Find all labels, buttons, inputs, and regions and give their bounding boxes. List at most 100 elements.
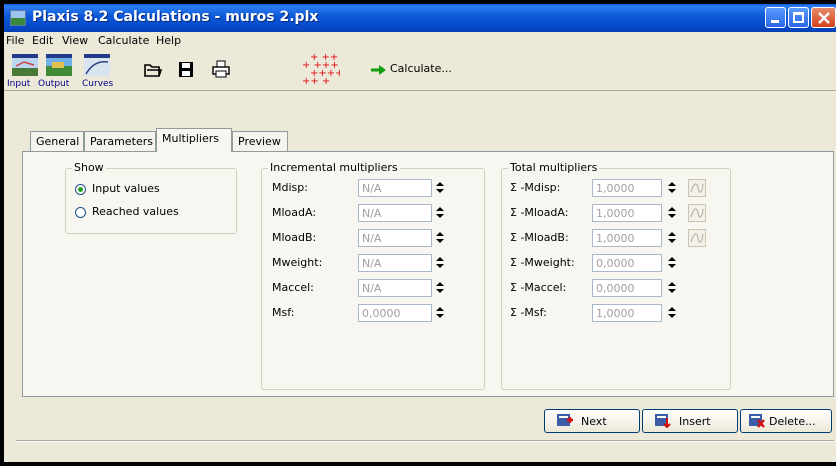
print-icon[interactable]: [212, 60, 230, 78]
close-icon: [818, 12, 830, 24]
tab-parameters-label: Parameters: [90, 135, 153, 148]
reached-values-radio[interactable]: [75, 207, 86, 218]
spin-up-icon: [436, 257, 444, 261]
sum-maccel-label: Σ -Maccel:: [510, 281, 567, 294]
mweight-spinner[interactable]: [432, 254, 448, 272]
mweight-label: Mweight:: [272, 256, 323, 269]
maccel-spinner[interactable]: [432, 279, 448, 297]
tab-preview[interactable]: Preview: [232, 131, 288, 151]
open-folder-icon[interactable]: [144, 62, 162, 78]
sum-msf-label: Σ -Msf:: [510, 306, 547, 319]
status-divider: [16, 440, 834, 442]
menu-help[interactable]: Help: [156, 34, 181, 47]
sum-msf-spinner[interactable]: [664, 304, 680, 322]
mweight-input[interactable]: N/A: [358, 254, 432, 272]
tab-general[interactable]: General: [30, 131, 84, 151]
sum-mloada-input[interactable]: 1,0000: [592, 204, 662, 222]
delete-button[interactable]: Delete...: [740, 409, 832, 433]
svg-text:++ +: ++ +: [302, 76, 330, 86]
sine-wave-icon: [690, 183, 704, 193]
tab-multipliers[interactable]: Multipliers: [156, 128, 232, 152]
curves-program-icon: [84, 54, 110, 76]
tab-multipliers-label: Multipliers: [162, 132, 220, 145]
calculate-button[interactable]: Calculate...: [390, 62, 452, 75]
sum-mweight-spinner[interactable]: [664, 254, 680, 272]
spin-down-icon: [436, 314, 444, 318]
spin-down-icon: [436, 264, 444, 268]
sum-mweight-input[interactable]: 0,0000: [592, 254, 662, 272]
curves-tool-label: Curves: [82, 79, 114, 89]
next-button-label: Next: [581, 415, 607, 428]
output-program-icon: [46, 54, 72, 76]
insert-button[interactable]: Insert: [642, 409, 738, 433]
menu-file[interactable]: File: [6, 34, 24, 47]
minimize-icon: [771, 20, 779, 23]
sine-wave-icon: [690, 233, 704, 243]
minimize-button[interactable]: [765, 7, 786, 28]
mdisp-curve-button[interactable]: [688, 179, 706, 197]
sum-mdisp-input[interactable]: 1,0000: [592, 179, 662, 197]
spin-down-icon: [436, 189, 444, 193]
output-tool-label: Output: [38, 79, 70, 89]
input-values-label[interactable]: Input values: [92, 182, 160, 195]
mloadb-spinner[interactable]: [432, 229, 448, 247]
menu-bar: File Edit View Calculate Help: [4, 32, 836, 50]
msf-input[interactable]: 0,0000: [358, 304, 432, 322]
next-button[interactable]: Next: [544, 409, 640, 433]
sum-msf-input[interactable]: 1,0000: [592, 304, 662, 322]
spin-down-icon: [668, 289, 676, 293]
spin-up-icon: [436, 207, 444, 211]
spin-up-icon: [436, 307, 444, 311]
mloada-input[interactable]: N/A: [358, 204, 432, 222]
spin-down-icon: [668, 314, 676, 318]
incremental-multipliers-group: Incremental multipliers Mdisp: N/A Mload…: [261, 161, 485, 390]
spin-down-icon: [668, 189, 676, 193]
input-tool-label: Input: [7, 79, 31, 89]
menu-edit[interactable]: Edit: [32, 34, 53, 47]
show-group-title: Show: [72, 161, 106, 174]
sum-maccel-input[interactable]: 0,0000: [592, 279, 662, 297]
spin-up-icon: [668, 232, 676, 236]
mloadb-input[interactable]: N/A: [358, 229, 432, 247]
save-disk-icon[interactable]: [178, 61, 194, 78]
insert-phase-icon: [655, 414, 671, 428]
msf-label: Msf:: [272, 306, 295, 319]
sum-maccel-spinner[interactable]: [664, 279, 680, 297]
maccel-label: Maccel:: [272, 281, 314, 294]
spin-up-icon: [436, 232, 444, 236]
mdisp-spinner[interactable]: [432, 179, 448, 197]
menu-calculate[interactable]: Calculate: [98, 34, 149, 47]
sine-wave-icon: [690, 208, 704, 218]
mdisp-input[interactable]: N/A: [358, 179, 432, 197]
mloadb-label: MloadB:: [272, 231, 317, 244]
spin-up-icon: [668, 257, 676, 261]
select-points-icon[interactable]: + ++ + +++ ++++ ++ +: [300, 52, 340, 86]
maccel-input[interactable]: N/A: [358, 279, 432, 297]
maximize-button[interactable]: [788, 7, 809, 28]
toolbar: Input Output Curves + ++ + +++ ++++ ++ +…: [4, 50, 836, 91]
mdisp-label: Mdisp:: [272, 181, 308, 194]
sum-mloadb-input[interactable]: 1,0000: [592, 229, 662, 247]
tab-parameters[interactable]: Parameters: [84, 131, 156, 151]
mloada-spinner[interactable]: [432, 204, 448, 222]
sum-mdisp-label: Σ -Mdisp:: [510, 181, 561, 194]
menu-view[interactable]: View: [62, 34, 88, 47]
plaxis-app-icon: [10, 10, 26, 26]
window-title: Plaxis 8.2 Calculations - muros 2.plx: [32, 9, 319, 25]
delete-phase-icon: [749, 414, 765, 428]
input-values-radio[interactable]: [75, 184, 86, 195]
sum-mdisp-spinner[interactable]: [664, 179, 680, 197]
calculate-arrow-icon: [371, 65, 386, 75]
mloadb-curve-button[interactable]: [688, 229, 706, 247]
sum-mloada-spinner[interactable]: [664, 204, 680, 222]
reached-values-label[interactable]: Reached values: [92, 205, 179, 218]
sum-mweight-label: Σ -Mweight:: [510, 256, 575, 269]
close-button[interactable]: [811, 7, 836, 28]
mloada-curve-button[interactable]: [688, 204, 706, 222]
insert-button-label: Insert: [679, 415, 711, 428]
spin-up-icon: [668, 207, 676, 211]
msf-spinner[interactable]: [432, 304, 448, 322]
title-bar[interactable]: Plaxis 8.2 Calculations - muros 2.plx: [4, 4, 836, 32]
sum-mloadb-label: Σ -MloadB:: [510, 231, 569, 244]
sum-mloadb-spinner[interactable]: [664, 229, 680, 247]
